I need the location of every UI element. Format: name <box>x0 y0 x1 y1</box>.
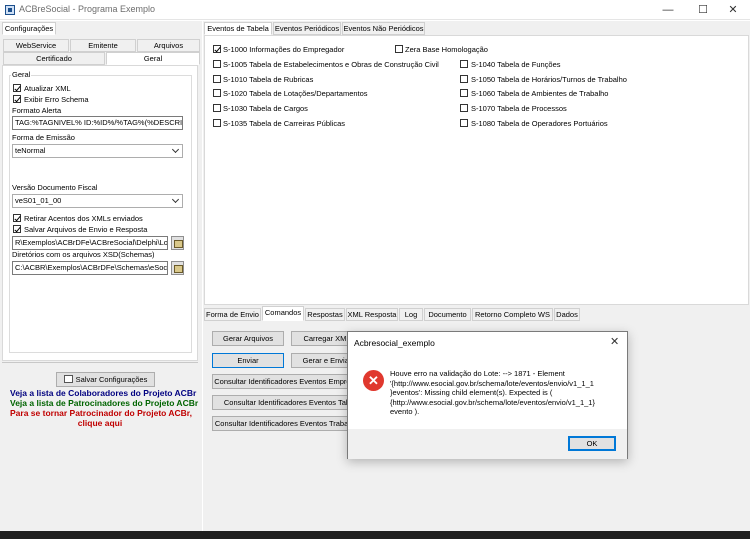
salvar-arquivos-checkbox[interactable] <box>13 225 21 233</box>
chevron-down-icon <box>171 195 180 204</box>
tab-eventos-nao-periodicos[interactable]: Eventos Não Periódicos <box>342 22 425 35</box>
s1035-label: S-1035 Tabela de Carreiras Públicas <box>223 119 346 128</box>
s1005-label: S-1005 Tabela de Estabelecimentos e Obra… <box>223 60 439 69</box>
tab-emitente[interactable]: Emitente <box>70 39 136 52</box>
zera-base-label: Zera Base Homologação <box>405 45 488 54</box>
tab-log[interactable]: Log <box>399 308 423 321</box>
xsd-label: Diretórios com os arquivos XSD(Schemas) <box>12 250 155 259</box>
s1070-checkbox[interactable] <box>460 104 468 112</box>
divider <box>2 362 198 363</box>
link-clique-aqui[interactable]: clique aqui <box>10 418 190 428</box>
tab-forma-envio[interactable]: Forma de Envio <box>204 308 261 321</box>
minimize-button[interactable]: — <box>651 0 685 20</box>
config-panel: Configurações WebService Emitente Arquiv… <box>0 21 202 531</box>
dialog-message: Houve erro na validação do Lote: --> 187… <box>390 369 595 416</box>
s1035-checkbox[interactable] <box>213 119 221 127</box>
link-colaboradores[interactable]: Veja a lista de Colaboradores do Projeto… <box>10 388 196 398</box>
atualizar-xml-checkbox[interactable] <box>13 84 21 92</box>
versao-select[interactable]: veS01_01_00 <box>12 194 183 208</box>
dialog-footer: OK <box>348 429 627 459</box>
tab-certificado[interactable]: Certificado <box>3 52 105 65</box>
formato-alerta-input[interactable]: TAG:%TAGNIVEL% ID:%ID%/%TAG%(%DESCRI <box>12 116 183 130</box>
retirar-acentos-checkbox[interactable] <box>13 214 21 222</box>
tab-arquivos[interactable]: Arquivos <box>137 39 200 52</box>
chevron-down-icon <box>171 145 180 154</box>
app-icon <box>5 5 15 15</box>
geral-tabpage: Geral Atualizar XML Exibir Erro Schema F… <box>2 65 198 361</box>
dialog-title: Acbresocial_exemplo <box>354 338 435 348</box>
tab-xml-resposta[interactable]: XML Resposta <box>346 308 398 321</box>
forma-emissao-label: Forma de Emissão <box>12 133 75 142</box>
zera-base-checkbox[interactable] <box>395 45 403 53</box>
s1000-label: S-1000 Informações do Empregador <box>223 45 345 54</box>
s1030-label: S-1030 Tabela de Cargos <box>223 104 308 113</box>
s1020-label: S-1020 Tabela de Lotações/Departamentos <box>223 89 368 98</box>
taskbar-strip <box>0 531 750 539</box>
s1070-label: S-1070 Tabela de Processos <box>471 104 567 113</box>
xsd-path-input[interactable]: C:\ACBR\Exemplos\ACBrDFe\Schemas\eSocial <box>12 261 168 275</box>
s1050-checkbox[interactable] <box>460 75 468 83</box>
logs-path-input[interactable]: R\Exemplos\ACBrDFe\ACBreSocial\Delphi\Lo… <box>12 236 168 250</box>
tab-comandos[interactable]: Comandos <box>262 306 304 321</box>
s1040-label: S-1040 Tabela de Funções <box>471 60 561 69</box>
error-icon: ✕ <box>363 370 384 391</box>
atualizar-xml-label: Atualizar XML <box>24 84 71 93</box>
link-patrocinadores[interactable]: Veja a lista de Patrocinadores do Projet… <box>10 398 198 408</box>
save-config-label: Salvar Configurações <box>75 375 148 384</box>
error-dialog: Acbresocial_exemplo ✕ ✕ Houve erro na va… <box>347 331 628 459</box>
close-button[interactable]: ✕ <box>716 0 750 20</box>
tab-dados[interactable]: Dados <box>554 308 580 321</box>
s1060-checkbox[interactable] <box>460 89 468 97</box>
tab-eventos-periodicos[interactable]: Eventos Periódicos <box>273 22 341 35</box>
forma-emissao-select[interactable]: teNormal <box>12 144 183 158</box>
enviar-button[interactable]: Enviar <box>212 353 284 368</box>
exibir-erro-checkbox[interactable] <box>13 95 21 103</box>
window-title: ACBreSocial - Programa Exemplo <box>19 4 156 14</box>
tab-documento[interactable]: Documento <box>424 308 471 321</box>
formato-alerta-label: Formato Alerta <box>12 106 62 115</box>
s1050-label: S-1050 Tabela de Horários/Turnos de Trab… <box>471 75 627 84</box>
salvar-arquivos-label: Salvar Arquivos de Envio e Resposta <box>24 225 148 234</box>
tab-eventos-tabela[interactable]: Eventos de Tabela <box>204 22 272 35</box>
maximize-button[interactable]: ☐ <box>686 0 720 20</box>
s1030-checkbox[interactable] <box>213 104 221 112</box>
printer-icon <box>63 375 73 383</box>
geral-group-title: Geral <box>11 70 32 79</box>
link-tornar-patrocinador[interactable]: Para se tornar Patrocinador do Projeto A… <box>10 408 192 418</box>
s1010-label: S-1010 Tabela de Rubricas <box>223 75 314 84</box>
title-bar: ACBreSocial - Programa Exemplo — ☐ ✕ <box>0 0 750 20</box>
versao-label: Versão Documento Fiscal <box>12 183 98 192</box>
s1080-label: S-1080 Tabela de Operadores Portuários <box>471 119 608 128</box>
tab-webservice[interactable]: WebService <box>3 39 69 52</box>
s1060-label: S-1060 Tabela de Ambientes de Trabalho <box>471 89 609 98</box>
s1040-checkbox[interactable] <box>460 60 468 68</box>
forma-emissao-value: teNormal <box>15 146 46 155</box>
s1010-checkbox[interactable] <box>213 75 221 83</box>
eventos-tabela-page: S-1000 Informações do Empregador S-1005 … <box>204 35 749 305</box>
tab-configuracoes[interactable]: Configurações <box>2 22 56 35</box>
folder-browse-icon[interactable] <box>171 236 184 250</box>
retirar-acentos-label: Retirar Acentos dos XMLs enviados <box>24 214 143 223</box>
ok-button[interactable]: OK <box>568 436 616 451</box>
dialog-close-icon[interactable]: ✕ <box>610 335 619 348</box>
folder-browse-icon[interactable] <box>171 261 184 275</box>
tab-respostas[interactable]: Respostas <box>305 308 345 321</box>
gerar-arquivos-button[interactable]: Gerar Arquivos <box>212 331 284 346</box>
s1080-checkbox[interactable] <box>460 119 468 127</box>
tab-geral[interactable]: Geral <box>106 52 200 65</box>
s1020-checkbox[interactable] <box>213 89 221 97</box>
versao-value: veS01_01_00 <box>15 196 62 205</box>
s1000-checkbox[interactable] <box>213 45 221 53</box>
tab-retorno-completo[interactable]: Retorno Completo WS <box>472 308 553 321</box>
s1005-checkbox[interactable] <box>213 60 221 68</box>
exibir-erro-label: Exibir Erro Schema <box>24 95 89 104</box>
save-config-button[interactable]: Salvar Configurações <box>56 372 155 387</box>
